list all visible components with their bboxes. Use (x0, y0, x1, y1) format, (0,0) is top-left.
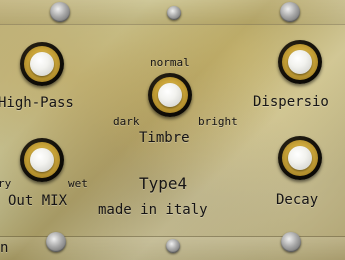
screw-bottom-center (166, 239, 180, 253)
model-name: Type4 (139, 174, 188, 193)
timbre-label: Timbre (139, 130, 190, 146)
screw-top-left (50, 2, 70, 22)
high-pass-knob[interactable] (20, 42, 64, 86)
decay-knob-cap (288, 146, 312, 170)
dispersion-knob-cap (288, 50, 312, 74)
decay-knob[interactable] (278, 136, 322, 180)
high-pass-knob-cap (30, 52, 54, 76)
out-mix-dry-label: ry (0, 177, 12, 190)
timbre-bright-label: bright (198, 115, 238, 128)
out-mix-wet-label: wet (68, 177, 88, 190)
screw-bottom-right (281, 232, 301, 252)
out-mix-knob[interactable] (20, 138, 64, 182)
corner-fragment-label: n (0, 240, 9, 256)
made-in-label: made in italy (98, 202, 208, 218)
dispersion-knob[interactable] (278, 40, 322, 84)
dispersion-label: Dispersio (253, 94, 329, 110)
timbre-dark-label: dark (113, 115, 140, 128)
timbre-knob-cap (158, 83, 182, 107)
timbre-knob[interactable] (148, 73, 192, 117)
plugin-panel: High-Pass Dispersio normal dark bright T… (0, 0, 345, 260)
out-mix-label: Out MIX (8, 193, 68, 209)
screw-top-center (167, 6, 181, 20)
screw-top-right (280, 2, 300, 22)
out-mix-knob-cap (30, 148, 54, 172)
timbre-normal-label: normal (150, 56, 190, 69)
screw-bottom-left (46, 232, 66, 252)
decay-label: Decay (276, 192, 319, 208)
high-pass-label: High-Pass (0, 95, 74, 111)
